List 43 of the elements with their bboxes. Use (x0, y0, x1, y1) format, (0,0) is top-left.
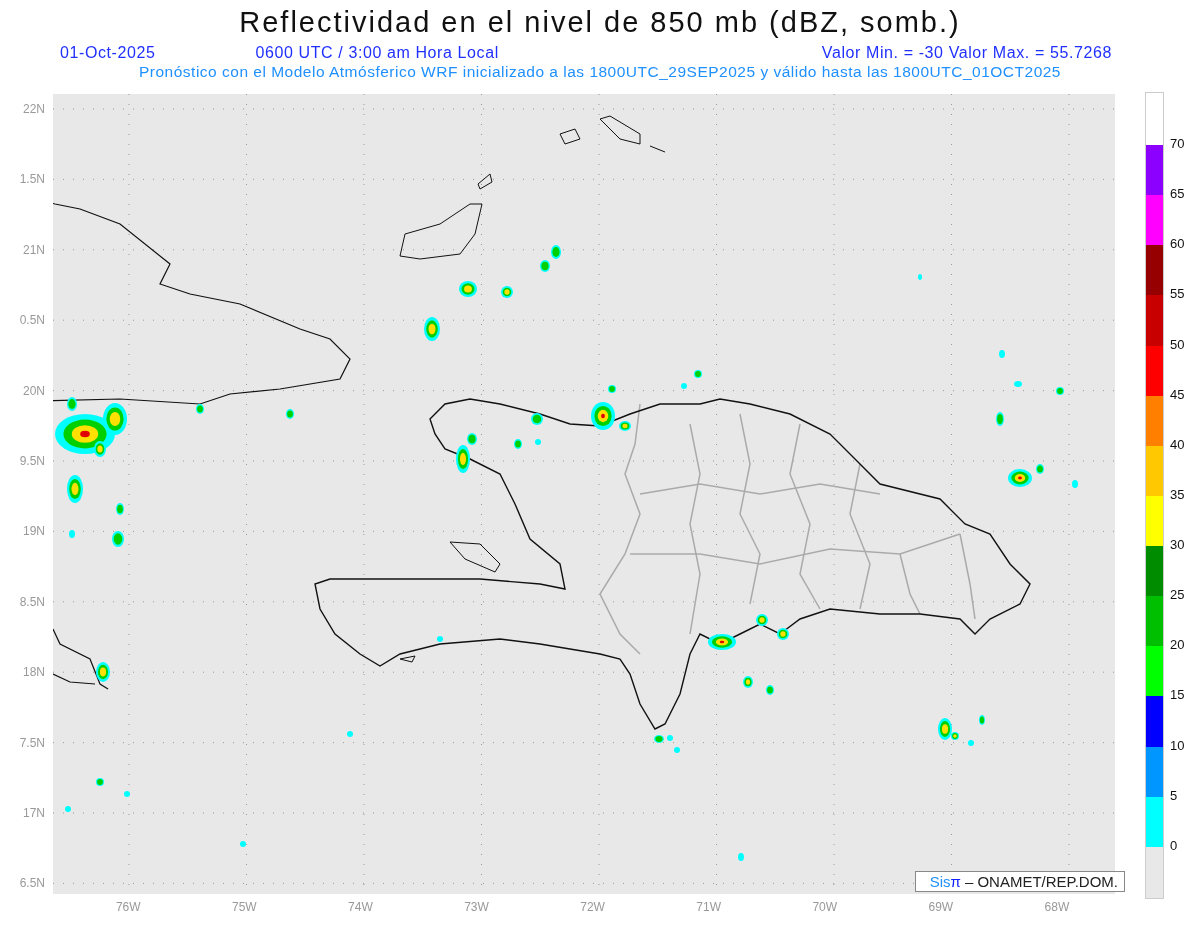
time-text: 0600 UTC / 3:00 am Hora Local (255, 44, 499, 62)
latitude-label: 9.5N (19, 453, 45, 468)
forecast-subtitle: Pronóstico con el Modelo Atmósferico WRF inicializado a las 1800UTC_29SEP2025 y válido hasta las 1800UTC_01OCT2025 (138, 62, 1062, 82)
scale-label: 15 (1170, 688, 1185, 705)
latitude-label: 17N (23, 805, 45, 820)
value-range-text: Valor Min. = -30 Valor Max. = 55.7268 (821, 44, 1112, 62)
latitude-label: 8.5N (19, 594, 45, 609)
longitude-label: 74W (348, 900, 373, 914)
latitude-label: 19N (23, 524, 45, 539)
scale-label: 20 (1170, 638, 1185, 655)
scale-label: 55 (1170, 287, 1185, 304)
scale-label: 5 (1170, 788, 1179, 805)
scale-label: 40 (1170, 437, 1185, 454)
scale-label: 35 (1170, 487, 1185, 504)
latitude-label: 21N (23, 242, 45, 257)
longitude-label: 72W (580, 900, 605, 914)
longitude-label: 76W (115, 900, 141, 914)
longitude-label: 70W (812, 900, 838, 914)
longitude-label: 71W (696, 900, 721, 914)
latitude-label: 6.5N (19, 876, 45, 891)
longitude-label: 68W (1044, 900, 1070, 914)
latitude-label: 0.5N (19, 313, 45, 328)
longitude-label: 73W (464, 900, 489, 914)
latitude-label: 7.5N (19, 735, 45, 750)
scale-label: 45 (1170, 387, 1185, 404)
latitude-label: 18N (23, 665, 45, 680)
scale-label: 50 (1170, 337, 1185, 354)
chart-title: Reflectividad en el nivel de 850 mb (dBZ, somb.) (238, 5, 962, 40)
scale-label: 30 (1170, 538, 1185, 554)
scale-label: 65 (1170, 187, 1185, 204)
scale-label: 60 (1170, 237, 1185, 254)
latitude-label: 22N (23, 102, 45, 116)
date-text: 01-Oct-2025 (60, 44, 156, 62)
scale-label: 0 (1170, 838, 1179, 855)
scale-label: 10 (1170, 738, 1185, 755)
longitude-label: 69W (928, 900, 954, 914)
credit-label: Sisπ – ONAMET/REP.DOM. (914, 871, 1125, 892)
latitude-label: 20N (23, 383, 45, 398)
longitude-label: 75W (232, 900, 257, 914)
latitude-label: 1.5N (19, 172, 45, 187)
scale-label: 70 (1170, 137, 1185, 153)
scale-label: 25 (1170, 588, 1185, 605)
color-scale-bottom-end (1146, 846, 1163, 898)
